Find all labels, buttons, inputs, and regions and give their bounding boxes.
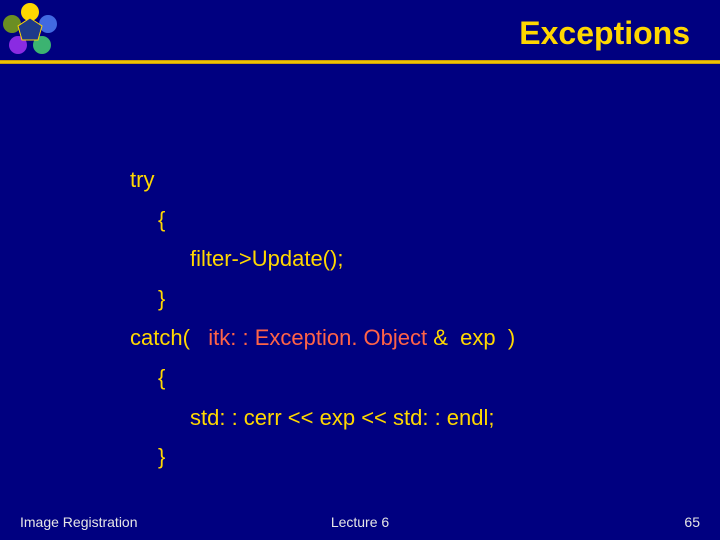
slide-footer: Image Registration Lecture 6 65	[0, 514, 720, 530]
footer-topic: Image Registration	[20, 514, 138, 530]
code-line-close-brace-2: }	[130, 437, 515, 477]
catch-keyword: catch(	[130, 325, 208, 350]
slide-number: 65	[684, 514, 700, 530]
header-divider	[0, 60, 720, 64]
code-line-catch: catch( itk: : Exception. Object & exp )	[130, 318, 515, 358]
code-block: try { filter->Update(); } catch( itk: : …	[130, 160, 515, 477]
footer-lecture: Lecture 6	[331, 514, 389, 530]
exception-type: itk: : Exception. Object	[208, 325, 433, 350]
code-line-filter-update: filter->Update();	[130, 239, 515, 279]
logo-badge	[0, 0, 60, 60]
catch-param: & exp )	[433, 325, 515, 350]
code-line-cerr: std: : cerr << exp << std: : endl;	[130, 398, 515, 438]
code-line-try: try	[130, 160, 515, 200]
code-line-close-brace: }	[130, 279, 515, 319]
slide-header: Exceptions	[0, 0, 720, 70]
code-line-open-brace: {	[130, 200, 515, 240]
page-title: Exceptions	[519, 15, 690, 52]
pentagon-logo-icon	[0, 0, 60, 60]
code-line-open-brace-2: {	[130, 358, 515, 398]
